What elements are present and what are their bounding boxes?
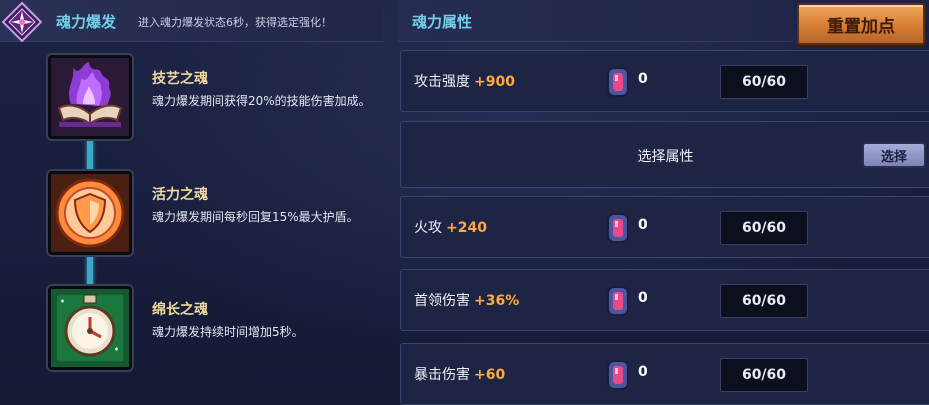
attributes-title: 魂力属性 <box>412 13 473 31</box>
soul-description: 魂力爆发期间获得20%的技能伤害加成。 <box>152 94 371 108</box>
attribute-level: 60/60 <box>720 284 808 318</box>
attribute-name: 火攻 <box>414 220 442 236</box>
burst-title: 魂力爆发 <box>56 13 117 31</box>
soul-gem-icon <box>607 286 629 316</box>
purple-flame-book-icon <box>51 58 129 136</box>
attribute-label: 火攻 +240 <box>414 217 487 237</box>
soul-gem-icon <box>607 67 629 97</box>
soul-slot-vitality[interactable] <box>48 171 132 255</box>
attribute-label: 攻击强度 +900 <box>414 71 515 91</box>
gem-count: 0 <box>638 364 648 380</box>
soul-burst-icon <box>2 2 42 42</box>
soul-name: 活力之魂 <box>152 187 208 203</box>
attribute-bonus: +36% <box>474 293 520 309</box>
attribute-name: 攻击强度 <box>414 74 470 90</box>
soul-connector <box>87 255 93 287</box>
select-button[interactable]: 选择 <box>862 142 926 168</box>
attribute-bonus: +60 <box>474 367 506 383</box>
soul-connector <box>87 140 93 174</box>
gem-count: 0 <box>638 290 648 306</box>
burst-description: 进入魂力爆发状态6秒，获得选定强化！ <box>138 16 332 29</box>
gem-count: 0 <box>638 71 648 87</box>
attribute-name: 暴击伤害 <box>414 367 470 383</box>
attribute-row: 首领伤害 +36% 0 60/60 <box>400 269 929 331</box>
attribute-row: 攻击强度 +900 0 60/60 <box>400 50 929 112</box>
attribute-row: 暴击伤害 +60 0 60/60 <box>400 343 929 405</box>
soul-gem-icon <box>607 360 629 390</box>
attribute-row: 火攻 +240 0 60/60 <box>400 196 929 258</box>
attribute-bonus: +240 <box>446 220 487 236</box>
attribute-level: 60/60 <box>720 211 808 245</box>
soul-gem-icon <box>607 213 629 243</box>
attribute-label: 暴击伤害 +60 <box>414 364 505 384</box>
attribute-bonus: +900 <box>474 74 515 90</box>
soul-name: 绵长之魂 <box>152 302 208 318</box>
green-stopwatch-icon <box>51 289 129 367</box>
soul-slot-skill[interactable] <box>48 55 132 139</box>
attribute-level: 60/60 <box>720 65 808 99</box>
attribute-level: 60/60 <box>720 358 808 392</box>
select-attribute-label: 选择属性 <box>637 149 694 165</box>
soul-description: 魂力爆发期间每秒回复15%最大护盾。 <box>152 210 359 224</box>
attribute-name: 首领伤害 <box>414 293 470 309</box>
burst-header: 魂力爆发 进入魂力爆发状态6秒，获得选定强化！ <box>0 0 383 42</box>
shield-medallion-icon <box>51 174 129 252</box>
soul-description: 魂力爆发持续时间增加5秒。 <box>152 325 304 339</box>
soul-slot-duration[interactable] <box>48 286 132 370</box>
soul-power-screen: 魂力爆发 进入魂力爆发状态6秒，获得选定强化！ 技艺之魂 魂力爆发期间获得20%… <box>0 0 929 405</box>
attributes-header: 魂力属性 <box>398 0 793 42</box>
attribute-label: 首领伤害 +36% <box>414 290 519 310</box>
soul-name: 技艺之魂 <box>152 71 208 87</box>
reset-points-button[interactable]: 重置加点 <box>797 3 925 45</box>
gem-count: 0 <box>638 217 648 233</box>
select-attribute-row: 选择属性 选择 <box>400 121 929 188</box>
